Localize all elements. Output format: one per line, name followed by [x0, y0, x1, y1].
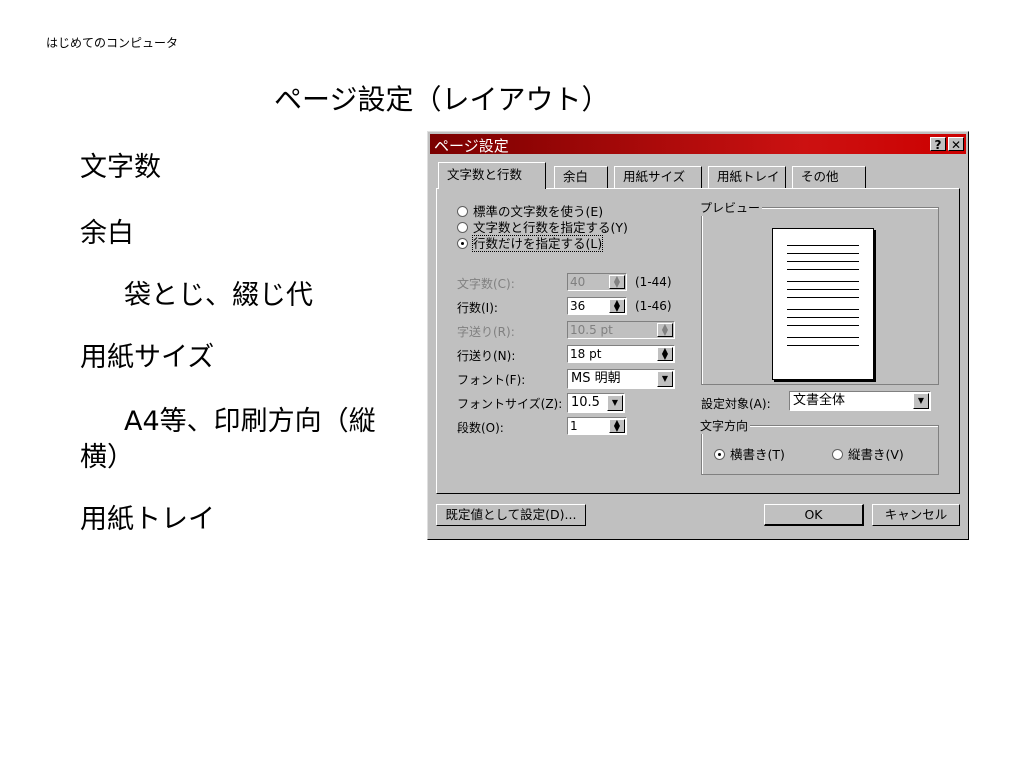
line-pitch-stepper[interactable]: 18 pt ▲ ▼ — [567, 345, 675, 363]
bullet-item: 余白 — [80, 218, 134, 249]
chars-range: (1-44) — [635, 275, 672, 289]
radio-horizontal[interactable]: 横書き(T) — [714, 444, 785, 462]
radio-vertical[interactable]: 縦書き(V) — [832, 444, 904, 462]
spin-arrows-icon[interactable]: ▲ ▼ — [609, 419, 625, 433]
line-pitch-label: 行送り(N): — [457, 349, 516, 363]
chevron-down-icon[interactable]: ▼ — [913, 393, 929, 409]
text-direction-group: 文字方向 横書き(T) 縦書き(V) — [698, 417, 939, 475]
char-pitch-stepper[interactable]: 10.5 pt ▲ ▼ — [567, 321, 675, 339]
lines-label: 行数(I): — [457, 301, 498, 315]
bullet-item: 横） — [80, 442, 134, 473]
bullet-item: A4等、印刷方向（縦 — [124, 406, 376, 437]
set-default-button[interactable]: 既定値として設定(D)... — [436, 504, 586, 526]
page-setup-dialog: ページ設定 ? ✕ 文字数と行数 余白 用紙サイズ 用紙トレイ その他 標準の文… — [427, 131, 969, 540]
preview-label: プレビュー — [698, 199, 763, 216]
spin-arrows-icon[interactable]: ▲ ▼ — [609, 299, 625, 313]
dialog-titlebar[interactable]: ページ設定 ? ✕ — [430, 134, 966, 155]
tab-paper-size[interactable]: 用紙サイズ — [614, 166, 702, 188]
bullet-item: 袋とじ、綴じ代 — [124, 280, 313, 311]
radio-button-icon[interactable] — [714, 449, 725, 460]
lines-range: (1-46) — [635, 299, 672, 313]
close-button[interactable]: ✕ — [948, 137, 964, 152]
chars-label: 文字数(C): — [457, 277, 515, 291]
chevron-down-icon[interactable]: ▼ — [657, 371, 673, 387]
radio-button-icon[interactable] — [457, 206, 468, 217]
tab-panel: 標準の文字数を使う(E) 文字数と行数を指定する(Y) 行数だけを指定する(L)… — [436, 188, 960, 494]
radio-button-icon[interactable] — [832, 449, 843, 460]
columns-stepper[interactable]: 1 ▲ ▼ — [567, 417, 627, 435]
spin-arrows-icon[interactable]: ▲ ▼ — [657, 323, 673, 337]
bullet-item: 文字数 — [80, 152, 161, 183]
spin-arrows-icon[interactable]: ▲ ▼ — [657, 347, 673, 361]
cancel-button[interactable]: キャンセル — [872, 504, 960, 526]
preview-group: プレビュー — [698, 199, 939, 385]
header-text: はじめてのコンピュータ — [46, 36, 179, 50]
font-label: フォント(F): — [457, 373, 526, 387]
radio-standard-chars[interactable]: 標準の文字数を使う(E) — [457, 201, 603, 219]
radio-chars-and-lines[interactable]: 文字数と行数を指定する(Y) — [457, 217, 628, 235]
chevron-down-icon[interactable]: ▼ — [607, 395, 623, 411]
font-size-label: フォントサイズ(Z): — [457, 397, 563, 411]
radio-button-icon[interactable] — [457, 238, 468, 249]
radio-lines-only[interactable]: 行数だけを指定する(L) — [457, 233, 604, 252]
tab-margins[interactable]: 余白 — [554, 166, 608, 188]
tab-chars-lines[interactable]: 文字数と行数 — [438, 162, 546, 189]
dialog-title: ページ設定 — [434, 137, 509, 155]
spin-arrows-icon[interactable]: ▲ ▼ — [609, 275, 625, 289]
tab-paper-tray[interactable]: 用紙トレイ — [708, 166, 786, 188]
tab-other[interactable]: その他 — [792, 166, 866, 188]
lines-stepper[interactable]: 36 ▲ ▼ — [567, 297, 627, 315]
font-select[interactable]: MS 明朝 ▼ — [567, 369, 675, 389]
font-size-select[interactable]: 10.5 ▼ — [567, 393, 625, 413]
direction-label: 文字方向 — [698, 417, 751, 434]
char-pitch-label: 字送り(R): — [457, 325, 515, 339]
chars-stepper[interactable]: 40 ▲ ▼ — [567, 273, 627, 291]
apply-to-label: 設定対象(A): — [701, 397, 771, 411]
columns-label: 段数(O): — [457, 421, 504, 435]
ok-button[interactable]: OK — [764, 504, 864, 526]
apply-to-select[interactable]: 文書全体 ▼ — [789, 391, 931, 411]
bullet-item: 用紙サイズ — [80, 342, 215, 373]
help-button[interactable]: ? — [930, 137, 946, 152]
radio-button-icon[interactable] — [457, 222, 468, 233]
bullet-item: 用紙トレイ — [80, 504, 215, 535]
slide-title: ページ設定（レイアウト） — [274, 83, 610, 116]
page-preview — [772, 228, 874, 380]
